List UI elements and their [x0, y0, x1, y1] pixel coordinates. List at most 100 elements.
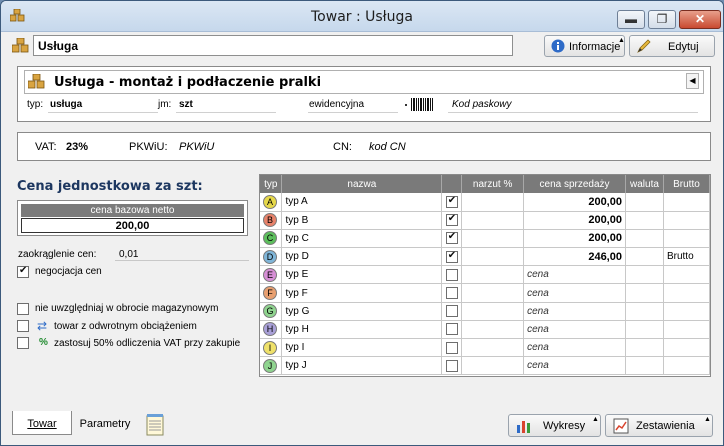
row-markup-cell[interactable]: [461, 211, 525, 230]
row-active-checkbox[interactable]: [445, 231, 458, 245]
collapse-arrow-icon[interactable]: ◀: [686, 73, 699, 89]
product-name-field[interactable]: Usługa: [33, 35, 513, 56]
row-name-cell[interactable]: typ D: [281, 247, 443, 267]
row-markup-cell[interactable]: [461, 320, 525, 340]
row-markup-cell[interactable]: [461, 338, 525, 358]
row-name-cell[interactable]: typ F: [281, 283, 443, 303]
row-price-cell[interactable]: 200,00: [523, 193, 626, 212]
row-check-cell[interactable]: [441, 193, 463, 212]
row-active-checkbox[interactable]: [445, 250, 458, 263]
table-row[interactable]: Jtyp J cena: [260, 356, 711, 376]
row-name-cell[interactable]: typ I: [281, 338, 443, 358]
row-brutto-cell[interactable]: Brutto: [663, 247, 711, 267]
row-markup-cell[interactable]: [461, 265, 525, 285]
row-brutto-cell[interactable]: [663, 229, 711, 249]
row-currency-cell[interactable]: [625, 229, 664, 249]
row-brutto-cell[interactable]: [663, 265, 711, 285]
row-price-cell[interactable]: 200,00: [523, 211, 626, 230]
row-markup-cell[interactable]: [461, 356, 525, 376]
table-row[interactable]: Dtyp D 246,00 Brutto: [260, 247, 711, 267]
row-price-cell[interactable]: cena: [523, 338, 626, 358]
row-check-cell[interactable]: [441, 356, 463, 376]
row-check-cell[interactable]: [441, 211, 463, 230]
table-row[interactable]: Gtyp G cena: [260, 302, 711, 321]
table-row[interactable]: Ityp I cena: [260, 338, 711, 358]
tab-towar[interactable]: Towar: [12, 411, 72, 435]
row-price-cell[interactable]: 200,00: [523, 229, 626, 249]
row-name-cell[interactable]: typ E: [281, 265, 443, 285]
row-brutto-cell[interactable]: [663, 283, 711, 303]
info-button[interactable]: Informacje ▲: [544, 35, 625, 57]
row-markup-cell[interactable]: [461, 302, 525, 321]
minimize-button[interactable]: ▬: [617, 10, 645, 29]
table-row[interactable]: Etyp E cena: [260, 265, 711, 285]
row-currency-cell[interactable]: [625, 320, 664, 340]
row-brutto-cell[interactable]: [663, 193, 711, 212]
row-currency-cell[interactable]: [625, 338, 664, 358]
row-name-cell[interactable]: typ J: [281, 356, 443, 376]
row-check-cell[interactable]: [441, 338, 463, 358]
row-currency-cell[interactable]: [625, 283, 664, 303]
row-active-checkbox[interactable]: [445, 323, 458, 336]
row-markup-cell[interactable]: [461, 283, 525, 303]
table-row[interactable]: Btyp B 200,00: [260, 211, 711, 230]
cn-value[interactable]: kod CN: [369, 141, 406, 153]
row-name-cell[interactable]: typ H: [281, 320, 443, 340]
row-check-cell[interactable]: [441, 247, 463, 267]
row-price-cell[interactable]: 246,00: [523, 247, 626, 267]
row-name-cell[interactable]: typ B: [281, 211, 443, 230]
row-markup-cell[interactable]: [461, 193, 525, 212]
row-name-cell[interactable]: typ G: [281, 302, 443, 321]
row-currency-cell[interactable]: [625, 247, 664, 267]
row-name-cell[interactable]: typ C: [281, 229, 443, 249]
row-brutto-cell[interactable]: [663, 338, 711, 358]
reports-button[interactable]: Zestawienia ▲: [605, 414, 713, 437]
negotiation-checkbox[interactable]: [17, 265, 29, 278]
row-currency-cell[interactable]: [625, 211, 664, 230]
edit-button[interactable]: Edytuj: [629, 35, 715, 57]
row-currency-cell[interactable]: [625, 265, 664, 285]
charts-button[interactable]: Wykresy ▲: [508, 414, 601, 437]
row-check-cell[interactable]: [441, 302, 463, 321]
row-check-cell[interactable]: [441, 283, 463, 303]
row-check-cell[interactable]: [441, 229, 463, 249]
row-brutto-cell[interactable]: [663, 356, 711, 376]
base-price-value[interactable]: 200,00: [21, 218, 244, 233]
barcode-field[interactable]: Kod paskowy: [452, 99, 511, 110]
row-currency-cell[interactable]: [625, 302, 664, 321]
vat50-checkbox[interactable]: [17, 337, 29, 349]
row-active-checkbox[interactable]: [445, 341, 458, 354]
row-brutto-cell[interactable]: [663, 320, 711, 340]
maximize-button[interactable]: ❐: [648, 10, 676, 29]
row-markup-cell[interactable]: [461, 247, 525, 267]
row-active-checkbox[interactable]: [445, 268, 458, 281]
table-row[interactable]: Atyp A 200,00: [260, 193, 711, 212]
close-button[interactable]: ✕: [679, 10, 721, 29]
tab-parametry[interactable]: Parametry: [74, 411, 136, 435]
row-active-checkbox[interactable]: [445, 213, 458, 227]
table-row[interactable]: Ctyp C 200,00: [260, 229, 711, 249]
reverse-charge-checkbox[interactable]: [17, 320, 29, 332]
exclude-warehouse-checkbox[interactable]: [17, 303, 29, 315]
rounding-value[interactable]: 0,01: [119, 249, 138, 260]
row-currency-cell[interactable]: [625, 193, 664, 212]
vat-value[interactable]: 23%: [66, 141, 88, 153]
table-row[interactable]: Ftyp F cena: [260, 283, 711, 303]
row-active-checkbox[interactable]: [445, 359, 458, 372]
row-name-cell[interactable]: typ A: [281, 193, 443, 212]
row-check-cell[interactable]: [441, 265, 463, 285]
row-brutto-cell[interactable]: [663, 302, 711, 321]
row-markup-cell[interactable]: [461, 229, 525, 249]
notes-icon[interactable]: [146, 414, 164, 436]
table-row[interactable]: Htyp H cena: [260, 320, 711, 340]
row-price-cell[interactable]: cena: [523, 265, 626, 285]
row-active-checkbox[interactable]: [445, 195, 458, 208]
pkwiu-value[interactable]: PKWiU: [179, 141, 214, 153]
row-price-cell[interactable]: cena: [523, 283, 626, 303]
row-price-cell[interactable]: cena: [523, 356, 626, 376]
row-active-checkbox[interactable]: [445, 305, 458, 318]
row-currency-cell[interactable]: [625, 356, 664, 376]
row-price-cell[interactable]: cena: [523, 320, 626, 340]
row-active-checkbox[interactable]: [445, 287, 458, 300]
row-brutto-cell[interactable]: [663, 211, 711, 230]
